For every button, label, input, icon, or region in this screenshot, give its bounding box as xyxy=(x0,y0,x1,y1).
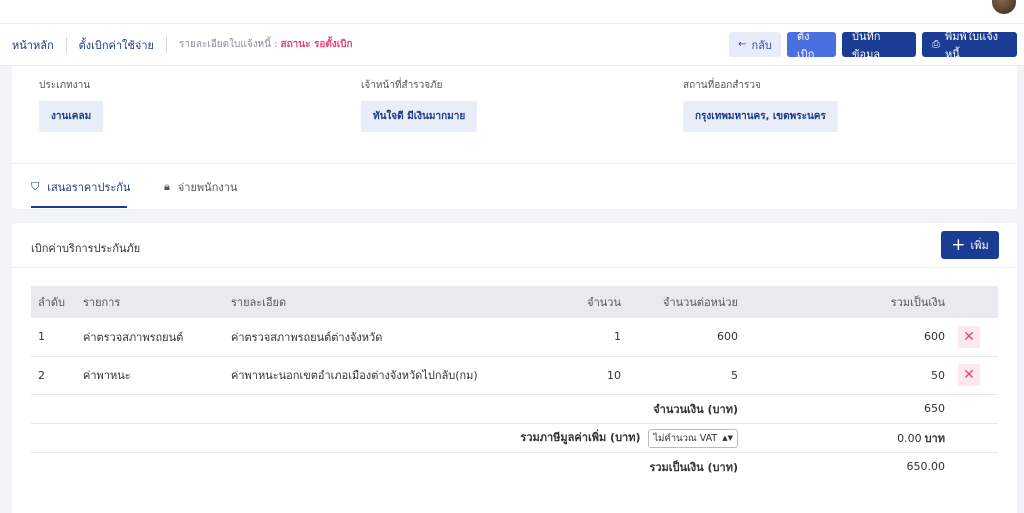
surveyor-value: ทันใจดี มีเงินมากมาย xyxy=(361,101,478,132)
section-title: เบิกค่าบริการประกันภัย xyxy=(31,242,141,255)
subtotal-row: จำนวนเงิน (บาท) 650 xyxy=(31,394,998,424)
subtotal-label: จำนวนเงิน (บาท) xyxy=(31,394,738,424)
service-fee-card: เบิกค่าบริการประกันภัย + เพิ่ม ลำดับ ราย… xyxy=(12,223,1017,513)
row-no: 1 xyxy=(31,318,83,357)
tab-insurance-quote[interactable]: ⛉ เสนอราคาประกัน xyxy=(31,178,130,196)
vat-label: รวมภาษีมูลค่าเพิ่ม (บาท) xyxy=(520,430,641,444)
row-qty: 10 xyxy=(551,356,621,395)
breadcrumb-detail: รายละเอียดใบแจ้งหนี้ : xyxy=(178,39,278,50)
col-header-detail: รายละเอียด xyxy=(231,296,287,309)
info-card: ประเภทงาน งานเคลม เจ้าหน้าที่สำรวจภัย ทั… xyxy=(12,66,1017,209)
breadcrumb-section[interactable]: ตั้งเบิกค่าใช้จ่าย xyxy=(79,36,154,54)
row-item: ค่าตรวจสภาพรถยนต์ xyxy=(83,318,231,357)
row-action: ✕ xyxy=(945,318,998,357)
row-qty: 1 xyxy=(551,318,621,357)
divider xyxy=(12,267,1017,268)
top-bar xyxy=(0,0,1024,24)
avatar[interactable] xyxy=(992,0,1016,14)
vat-value-cell: 0.00 บาท xyxy=(738,423,945,453)
row-total: 600 xyxy=(738,318,945,357)
col-header-unit-price: จำนวนต่อหน่วย xyxy=(663,296,738,309)
table-row: 1 ค่าตรวจสภาพรถยนต์ ค่าตรวจสภาพรถยนต์ต่า… xyxy=(31,318,998,357)
row-unit-price: 600 xyxy=(621,318,738,357)
subtotal-value: 650 xyxy=(738,394,945,424)
row-item: ค่าพาหนะ xyxy=(83,356,231,395)
delete-row-button[interactable]: ✕ xyxy=(958,325,980,348)
divider xyxy=(12,163,1017,164)
print-invoice-button[interactable]: ⎙ พิมพ์ใบแจ้งหนี้ xyxy=(922,30,1017,61)
row-unit-price: 5 xyxy=(621,356,738,395)
row-detail: ค่าพาหนะนอกเขตอำเภอเมืองต่างจังหวัดไปกลั… xyxy=(231,356,551,395)
add-button[interactable]: + เพิ่ม xyxy=(941,231,999,259)
tab-label: จ่ายพนักงาน xyxy=(177,181,238,194)
vat-select-value: ไม่คำนวณ VAT xyxy=(653,432,718,444)
location-field: สถานที่ออกสำรวจ กรุงเทพมหานคร, เขตพระนคร xyxy=(683,78,838,132)
row-no: 2 xyxy=(31,356,83,395)
breadcrumb-separator xyxy=(165,36,167,53)
delete-row-button[interactable]: ✕ xyxy=(958,364,980,386)
vat-unit: บาท xyxy=(924,431,945,445)
active-tab-indicator xyxy=(31,206,127,208)
vat-row: รวมภาษีมูลค่าเพิ่ม (บาท) ไม่คำนวณ VAT ▲▼… xyxy=(31,423,998,453)
grand-total-value: 650.00 xyxy=(906,460,946,474)
col-header-action xyxy=(945,286,998,318)
back-button-label: กลับ xyxy=(751,38,772,52)
col-header-qty: จำนวน xyxy=(587,296,621,309)
breadcrumb-home[interactable]: หน้าหลัก xyxy=(12,36,54,54)
vat-cell: รวมภาษีมูลค่าเพิ่ม (บาท) ไม่คำนวณ VAT ▲▼ xyxy=(31,423,738,453)
row-detail: ค่าตรวจสภาพรถยนต์ต่างจังหวัด xyxy=(231,318,551,357)
job-type-label: ประเภทงาน xyxy=(39,80,91,91)
shield-icon: ⛉ xyxy=(31,180,40,193)
breadcrumb: หน้าหลัก ตั้งเบิกค่าใช้จ่าย รายละเอียดใบ… xyxy=(0,36,353,54)
grand-total-label: รวมเป็นเงิน (บาท) xyxy=(649,460,738,474)
vat-select[interactable]: ไม่คำนวณ VAT ▲▼ xyxy=(648,428,738,448)
set-disbursement-button[interactable]: ตั้งเบิก xyxy=(787,30,836,61)
plus-icon: + xyxy=(951,234,966,255)
tab-label: เสนอราคาประกัน xyxy=(47,181,131,194)
vat-value: 0.00 xyxy=(897,431,922,445)
printer-icon: ⎙ xyxy=(932,39,940,50)
table-row: 2 ค่าพาหนะ ค่าพาหนะนอกเขตอำเภอเมืองต่างจ… xyxy=(31,356,998,395)
tab-staff-payment[interactable]: 🔒︎ จ่ายพนักงาน xyxy=(164,178,237,196)
row-total: 50 xyxy=(738,356,945,395)
arrow-left-icon: ← xyxy=(738,39,747,50)
location-label: สถานที่ออกสำรวจ xyxy=(683,80,761,91)
col-header-total: รวมเป็นเงิน xyxy=(890,296,945,309)
row-action: ✕ xyxy=(945,356,998,395)
col-header-item: รายการ xyxy=(83,296,121,309)
print-button-label: พิมพ์ใบแจ้งหนี้ xyxy=(945,29,999,61)
chevron-updown-icon: ▲▼ xyxy=(722,434,733,442)
location-value: กรุงเทพมหานคร, เขตพระนคร xyxy=(683,101,838,132)
save-button[interactable]: บันทึกข้อมูล xyxy=(842,30,916,61)
surveyor-field: เจ้าหน้าที่สำรวจภัย ทันใจดี มีเงินมากมาย xyxy=(361,78,478,132)
close-icon: ✕ xyxy=(963,328,975,345)
surveyor-label: เจ้าหน้าที่สำรวจภัย xyxy=(361,80,443,91)
lock-icon: 🔒︎ xyxy=(164,180,170,193)
fee-table: ลำดับ รายการ รายละเอียด จำนวน จำนวนต่อหน… xyxy=(31,286,998,481)
job-type-value: งานเคลม xyxy=(39,101,104,132)
grand-total-row: รวมเป็นเงิน (บาท) 650.00 xyxy=(31,452,998,481)
page-header: หน้าหลัก ตั้งเบิกค่าใช้จ่าย รายละเอียดใบ… xyxy=(0,24,1024,66)
status-badge: สถานะ รอตั้งเบิก xyxy=(280,39,353,50)
add-button-label: เพิ่ม xyxy=(970,239,989,252)
job-type-field: ประเภทงาน งานเคลม xyxy=(39,78,104,132)
table-header-row: ลำดับ รายการ รายละเอียด จำนวน จำนวนต่อหน… xyxy=(31,286,998,318)
breadcrumb-separator xyxy=(65,36,67,53)
col-header-no: ลำดับ xyxy=(38,296,66,309)
back-button[interactable]: ← กลับ xyxy=(729,32,781,57)
close-icon: ✕ xyxy=(963,367,975,383)
